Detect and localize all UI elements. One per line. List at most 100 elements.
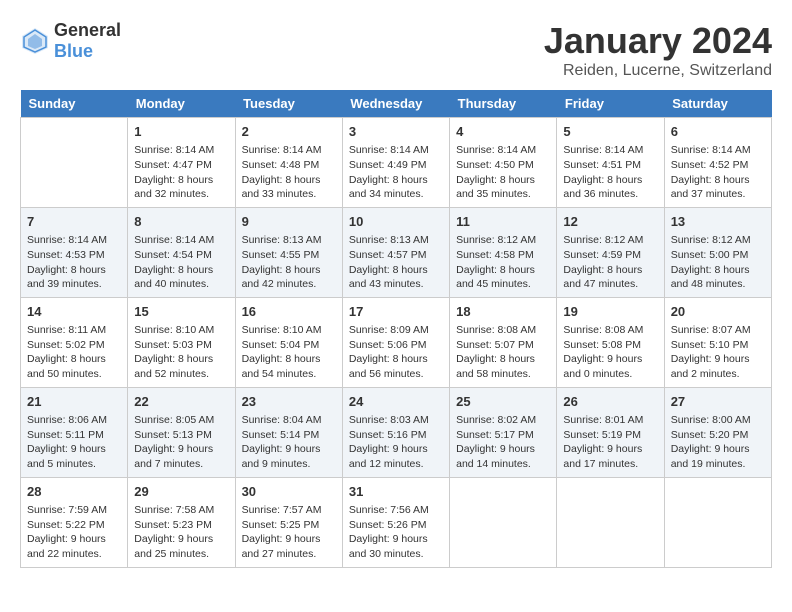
calendar-cell	[21, 118, 128, 208]
calendar-cell	[664, 477, 771, 567]
calendar-cell: 3 Sunrise: 8:14 AMSunset: 4:49 PMDaylight…	[342, 118, 449, 208]
day-number: 12	[563, 213, 657, 231]
calendar-cell: 24 Sunrise: 8:03 AMSunset: 5:16 PMDayligh…	[342, 387, 449, 477]
day-number: 26	[563, 393, 657, 411]
weekday-header-saturday: Saturday	[664, 90, 771, 118]
week-row-2: 7Sunrise: 8:14 AMSunset: 4:53 PMDaylight…	[21, 207, 772, 297]
calendar-cell: 13 Sunrise: 8:12 AMSunset: 5:00 PMDayligh…	[664, 207, 771, 297]
day-info: Sunrise: 8:07 AMSunset: 5:10 PMDaylight:…	[671, 323, 765, 382]
calendar-cell: 18 Sunrise: 8:08 AMSunset: 5:07 PMDayligh…	[450, 297, 557, 387]
calendar-cell: 7Sunrise: 8:14 AMSunset: 4:53 PMDaylight…	[21, 207, 128, 297]
day-number: 8	[134, 213, 228, 231]
day-info: Sunrise: 8:14 AMSunset: 4:51 PMDaylight:…	[563, 143, 657, 202]
calendar-cell: 14Sunrise: 8:11 AMSunset: 5:02 PMDayligh…	[21, 297, 128, 387]
calendar-cell: 27 Sunrise: 8:00 AMSunset: 5:20 PMDayligh…	[664, 387, 771, 477]
day-number: 23	[242, 393, 336, 411]
location-title: Reiden, Lucerne, Switzerland	[544, 62, 772, 80]
day-number: 9	[242, 213, 336, 231]
day-number: 27	[671, 393, 765, 411]
day-info: Sunrise: 8:14 AMSunset: 4:54 PMDaylight:…	[134, 233, 228, 292]
weekday-header-thursday: Thursday	[450, 90, 557, 118]
day-info: Sunrise: 8:12 AMSunset: 4:58 PMDaylight:…	[456, 233, 550, 292]
day-info: Sunrise: 8:13 AMSunset: 4:55 PMDaylight:…	[242, 233, 336, 292]
calendar-cell: 11 Sunrise: 8:12 AMSunset: 4:58 PMDayligh…	[450, 207, 557, 297]
day-info: Sunrise: 8:12 AMSunset: 5:00 PMDaylight:…	[671, 233, 765, 292]
logo-general: General	[54, 20, 121, 40]
day-number: 30	[242, 483, 336, 501]
calendar-cell: 28 Sunrise: 7:59 AMSunset: 5:22 PMDayligh…	[21, 477, 128, 567]
day-info: Sunrise: 7:58 AMSunset: 5:23 PMDaylight:…	[134, 503, 228, 562]
day-number: 6	[671, 123, 765, 141]
day-info: Sunrise: 8:10 AMSunset: 5:04 PMDaylight:…	[242, 323, 336, 382]
day-info: Sunrise: 8:03 AMSunset: 5:16 PMDaylight:…	[349, 413, 443, 472]
day-info: Sunrise: 8:11 AMSunset: 5:02 PMDaylight:…	[27, 323, 121, 382]
calendar-cell: 8 Sunrise: 8:14 AMSunset: 4:54 PMDaylight…	[128, 207, 235, 297]
day-number: 5	[563, 123, 657, 141]
calendar-cell: 2 Sunrise: 8:14 AMSunset: 4:48 PMDaylight…	[235, 118, 342, 208]
week-row-5: 28 Sunrise: 7:59 AMSunset: 5:22 PMDayligh…	[21, 477, 772, 567]
week-row-3: 14Sunrise: 8:11 AMSunset: 5:02 PMDayligh…	[21, 297, 772, 387]
day-number: 20	[671, 303, 765, 321]
day-info: Sunrise: 8:14 AMSunset: 4:53 PMDaylight:…	[27, 233, 121, 292]
logo: General Blue	[20, 20, 121, 62]
day-info: Sunrise: 8:05 AMSunset: 5:13 PMDaylight:…	[134, 413, 228, 472]
day-info: Sunrise: 8:14 AMSunset: 4:50 PMDaylight:…	[456, 143, 550, 202]
calendar-cell: 30 Sunrise: 7:57 AMSunset: 5:25 PMDayligh…	[235, 477, 342, 567]
calendar: SundayMondayTuesdayWednesdayThursdayFrid…	[20, 90, 772, 568]
day-info: Sunrise: 8:02 AMSunset: 5:17 PMDaylight:…	[456, 413, 550, 472]
calendar-cell: 21Sunrise: 8:06 AMSunset: 5:11 PMDayligh…	[21, 387, 128, 477]
day-info: Sunrise: 8:12 AMSunset: 4:59 PMDaylight:…	[563, 233, 657, 292]
day-number: 25	[456, 393, 550, 411]
day-number: 13	[671, 213, 765, 231]
day-number: 1	[134, 123, 228, 141]
day-info: Sunrise: 8:14 AMSunset: 4:47 PMDaylight:…	[134, 143, 228, 202]
calendar-cell	[450, 477, 557, 567]
day-info: Sunrise: 8:08 AMSunset: 5:08 PMDaylight:…	[563, 323, 657, 382]
calendar-cell: 20 Sunrise: 8:07 AMSunset: 5:10 PMDayligh…	[664, 297, 771, 387]
day-number: 31	[349, 483, 443, 501]
day-number: 17	[349, 303, 443, 321]
calendar-cell: 23Sunrise: 8:04 AMSunset: 5:14 PMDayligh…	[235, 387, 342, 477]
day-number: 2	[242, 123, 336, 141]
logo-blue: Blue	[54, 41, 93, 61]
day-info: Sunrise: 7:56 AMSunset: 5:26 PMDaylight:…	[349, 503, 443, 562]
day-info: Sunrise: 8:08 AMSunset: 5:07 PMDaylight:…	[456, 323, 550, 382]
day-number: 4	[456, 123, 550, 141]
calendar-cell: 4 Sunrise: 8:14 AMSunset: 4:50 PMDaylight…	[450, 118, 557, 208]
day-info: Sunrise: 7:57 AMSunset: 5:25 PMDaylight:…	[242, 503, 336, 562]
day-info: Sunrise: 8:01 AMSunset: 5:19 PMDaylight:…	[563, 413, 657, 472]
day-number: 15	[134, 303, 228, 321]
day-info: Sunrise: 8:00 AMSunset: 5:20 PMDaylight:…	[671, 413, 765, 472]
logo-text: General Blue	[54, 20, 121, 62]
day-info: Sunrise: 8:14 AMSunset: 4:49 PMDaylight:…	[349, 143, 443, 202]
day-number: 18	[456, 303, 550, 321]
day-number: 11	[456, 213, 550, 231]
day-number: 22	[134, 393, 228, 411]
day-info: Sunrise: 8:14 AMSunset: 4:52 PMDaylight:…	[671, 143, 765, 202]
calendar-cell: 10Sunrise: 8:13 AMSunset: 4:57 PMDayligh…	[342, 207, 449, 297]
day-number: 21	[27, 393, 121, 411]
week-row-4: 21Sunrise: 8:06 AMSunset: 5:11 PMDayligh…	[21, 387, 772, 477]
calendar-cell: 29 Sunrise: 7:58 AMSunset: 5:23 PMDayligh…	[128, 477, 235, 567]
day-info: Sunrise: 8:14 AMSunset: 4:48 PMDaylight:…	[242, 143, 336, 202]
weekday-header-friday: Friday	[557, 90, 664, 118]
calendar-cell: 5 Sunrise: 8:14 AMSunset: 4:51 PMDaylight…	[557, 118, 664, 208]
weekday-header-tuesday: Tuesday	[235, 90, 342, 118]
month-title: January 2024	[544, 20, 772, 62]
calendar-cell: 25 Sunrise: 8:02 AMSunset: 5:17 PMDayligh…	[450, 387, 557, 477]
calendar-cell: 1 Sunrise: 8:14 AMSunset: 4:47 PMDaylight…	[128, 118, 235, 208]
day-info: Sunrise: 8:13 AMSunset: 4:57 PMDaylight:…	[349, 233, 443, 292]
day-number: 24	[349, 393, 443, 411]
calendar-cell: 26 Sunrise: 8:01 AMSunset: 5:19 PMDayligh…	[557, 387, 664, 477]
day-number: 29	[134, 483, 228, 501]
weekday-header-sunday: Sunday	[21, 90, 128, 118]
calendar-cell: 19 Sunrise: 8:08 AMSunset: 5:08 PMDayligh…	[557, 297, 664, 387]
calendar-cell: 16Sunrise: 8:10 AMSunset: 5:04 PMDayligh…	[235, 297, 342, 387]
day-number: 3	[349, 123, 443, 141]
day-info: Sunrise: 7:59 AMSunset: 5:22 PMDaylight:…	[27, 503, 121, 562]
day-number: 28	[27, 483, 121, 501]
calendar-cell: 22 Sunrise: 8:05 AMSunset: 5:13 PMDayligh…	[128, 387, 235, 477]
calendar-cell: 17Sunrise: 8:09 AMSunset: 5:06 PMDayligh…	[342, 297, 449, 387]
day-number: 19	[563, 303, 657, 321]
calendar-cell: 15Sunrise: 8:10 AMSunset: 5:03 PMDayligh…	[128, 297, 235, 387]
